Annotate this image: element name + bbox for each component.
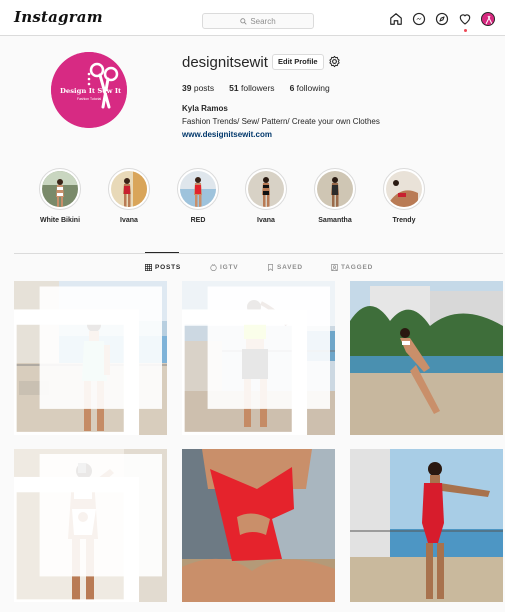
highlight-label: White Bikini [39,217,81,224]
grid-icon [145,264,152,271]
edit-profile-button[interactable]: Edit Profile [272,54,324,70]
highlight-label: Ivana [257,217,275,224]
search-icon [240,17,247,25]
explore-icon[interactable] [435,12,449,26]
story-highlight[interactable]: White Bikini [30,168,90,224]
profile-stats: 39 posts 51 followers 6 following [182,83,330,93]
story-highlight[interactable]: RED [168,168,228,224]
highlight-label: Samantha [318,217,352,224]
tab-igtv[interactable]: IGTV [210,264,238,271]
post-thumbnail[interactable] [350,449,503,602]
followers-stat[interactable]: 51 followers [229,83,274,93]
highlight-thumbnail [180,171,216,207]
top-navigation-bar: Instagram Search [0,0,505,36]
gear-icon[interactable] [328,55,341,68]
profile-website-link[interactable]: www.designitsewit.com [182,130,272,139]
following-label: following [296,83,330,93]
multiple-images-icon [14,454,162,602]
tab-igtv-label: IGTV [220,264,239,271]
followers-label: followers [241,83,275,93]
home-icon[interactable] [389,12,403,26]
profile-full-name: Kyla Ramos [182,104,228,113]
messenger-icon[interactable] [412,12,426,26]
story-highlight[interactable]: Samantha [305,168,365,224]
tagged-icon [331,264,338,271]
tab-tagged-label: TAGGED [341,264,374,271]
multiple-images-icon [182,286,330,435]
multiple-images-icon [14,286,162,435]
profile-logo-text: Design It Sew It [60,87,122,95]
highlight-label: Ivana [120,217,138,224]
profile-picture[interactable]: Design It Sew It Fashion Tutorial [51,52,127,128]
heart-icon[interactable] [458,12,472,32]
search-input[interactable]: Search [202,13,314,29]
active-tab-indicator [145,252,179,253]
notification-dot [464,29,467,32]
highlight-thumbnail [317,171,353,207]
story-highlight[interactable]: Ivana [236,168,296,224]
posts-stat: 39 posts [182,83,214,93]
igtv-icon [210,264,217,271]
highlight-thumbnail [386,171,422,207]
highlight-thumbnail [248,171,284,207]
tab-posts-label: POSTS [155,264,182,271]
post-thumbnail[interactable] [182,449,335,602]
tab-saved-label: SAVED [277,264,303,271]
highlight-thumbnail [42,171,78,207]
profile-bio: Fashion Trends/ Sew/ Pattern/ Create you… [182,117,380,126]
story-highlight[interactable]: Ivana [99,168,159,224]
search-placeholder: Search [250,16,276,26]
posts-label: posts [193,83,215,93]
highlight-thumbnail [111,171,147,207]
tab-tagged[interactable]: TAGGED [331,264,373,271]
instagram-logo[interactable]: Instagram [14,8,103,26]
tab-posts[interactable]: POSTS [145,264,181,271]
highlight-label: RED [190,217,206,224]
story-highlight[interactable]: Trendy [374,168,434,224]
profile-logo-tagline: Fashion Tutorial [77,97,101,101]
following-stat[interactable]: 6 following [290,83,330,93]
post-thumbnail[interactable] [350,281,503,435]
tab-saved[interactable]: SAVED [267,264,303,271]
post-thumbnail[interactable] [14,449,167,602]
bookmark-icon [268,264,273,271]
post-thumbnail[interactable] [182,281,335,435]
posts-count: 39 [182,83,192,93]
followers-count: 51 [229,83,239,93]
following-count: 6 [289,83,295,93]
post-thumbnail[interactable] [14,281,167,435]
highlight-label: Trendy [392,217,416,224]
tabs-divider [14,253,503,254]
profile-username: designitsewit [182,54,268,71]
profile-avatar[interactable] [481,12,495,26]
